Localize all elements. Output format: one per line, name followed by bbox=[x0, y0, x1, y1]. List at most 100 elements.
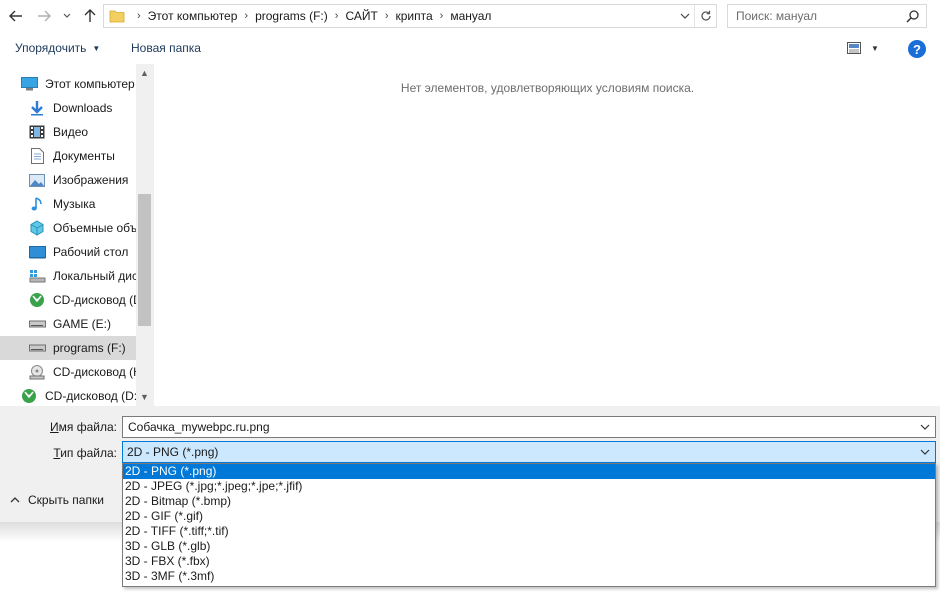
file-list-area[interactable]: Нет элементов, удовлетворяющих условиям … bbox=[153, 64, 940, 406]
nav-item-music[interactable]: Музыка bbox=[0, 192, 136, 216]
nav-item-label: programs (F:) bbox=[53, 341, 126, 355]
filetype-option-bitmap[interactable]: 2D - Bitmap (*.bmp) bbox=[123, 494, 935, 509]
music-icon bbox=[28, 196, 46, 212]
nav-item-video[interactable]: Видео bbox=[0, 120, 136, 144]
scroll-thumb[interactable] bbox=[138, 194, 151, 326]
organize-button[interactable]: Упорядочить ▼ bbox=[15, 41, 100, 55]
search-box[interactable] bbox=[727, 4, 927, 28]
nav-item-cd-drive-d-root[interactable]: CD-дисковод (D:) bbox=[0, 384, 136, 406]
downloads-icon bbox=[28, 100, 46, 116]
breadcrumb-chevron-icon: › bbox=[244, 10, 249, 22]
nav-item-downloads[interactable]: Downloads bbox=[0, 96, 136, 120]
breadcrumb-chevron-icon: › bbox=[439, 10, 444, 22]
nav-item-label: Музыка bbox=[53, 197, 96, 211]
nav-item-game-e[interactable]: GAME (E:) bbox=[0, 312, 136, 336]
filetype-value: 2D - PNG (*.png) bbox=[127, 445, 219, 459]
hide-folders-label: Скрыть папки bbox=[28, 493, 104, 507]
toolbar: Упорядочить ▼ Новая папка ▼ bbox=[0, 34, 940, 64]
drive-icon bbox=[28, 316, 46, 332]
folder-icon bbox=[109, 10, 125, 23]
help-button[interactable]: ? bbox=[908, 40, 926, 58]
new-folder-button[interactable]: Новая папка bbox=[131, 41, 201, 55]
breadcrumb-item[interactable]: крипта bbox=[395, 9, 432, 23]
nav-item-label: Рабочий стол bbox=[53, 245, 129, 259]
filetype-option-fbx[interactable]: 3D - FBX (*.fbx) bbox=[123, 554, 935, 569]
filename-input[interactable] bbox=[123, 417, 903, 437]
breadcrumb-item[interactable]: Этот компьютер bbox=[148, 9, 238, 23]
chevron-down-icon bbox=[920, 449, 930, 455]
nav-item-label: CD-дисковод (H bbox=[53, 365, 136, 379]
arrow-right-icon bbox=[38, 10, 51, 22]
empty-message: Нет элементов, удовлетворяющих условиям … bbox=[400, 81, 695, 95]
back-button[interactable] bbox=[6, 6, 26, 26]
up-button[interactable] bbox=[80, 6, 100, 26]
nav-item-3d-objects[interactable]: Объемные объ bbox=[0, 216, 136, 240]
nav-item-local-disk[interactable]: Локальный дис bbox=[0, 264, 136, 288]
filename-label: Имя файла: bbox=[40, 420, 117, 434]
new-folder-label: Новая папка bbox=[131, 41, 201, 55]
filetype-option-png[interactable]: 2D - PNG (*.png) bbox=[123, 464, 935, 479]
address-bar[interactable]: › Этот компьютер › programs (F:) › САЙТ … bbox=[103, 4, 717, 28]
nav-item-programs-f[interactable]: programs (F:) bbox=[0, 336, 136, 360]
nav-item-documents[interactable]: Документы bbox=[0, 144, 136, 168]
filetype-option-jpeg[interactable]: 2D - JPEG (*.jpg;*.jpeg;*.jpe;*.jfif) bbox=[123, 479, 935, 494]
scroll-up-icon[interactable]: ▲ bbox=[140, 68, 149, 78]
search-icon[interactable] bbox=[906, 9, 920, 23]
nav-item-this-pc[interactable]: Этот компьютер bbox=[0, 72, 136, 96]
chevron-up-icon bbox=[10, 497, 20, 503]
nav-tree: Этот компьютер Downloads Видео Документы… bbox=[0, 72, 136, 406]
nav-item-cd-drive-d[interactable]: CD-дисковод (D bbox=[0, 288, 136, 312]
nav-item-desktop[interactable]: Рабочий стол bbox=[0, 240, 136, 264]
hide-folders-button[interactable]: Скрыть папки bbox=[10, 493, 104, 507]
filetype-label: Тип файла: bbox=[40, 446, 117, 460]
forward-button[interactable] bbox=[34, 6, 54, 26]
chevron-down-icon bbox=[920, 424, 930, 430]
breadcrumb-item[interactable]: programs (F:) bbox=[255, 9, 328, 23]
video-icon bbox=[28, 124, 46, 140]
address-row: › Этот компьютер › programs (F:) › САЙТ … bbox=[0, 0, 940, 34]
refresh-icon bbox=[700, 10, 711, 21]
filetype-option-glb[interactable]: 3D - GLB (*.glb) bbox=[123, 539, 935, 554]
filetype-label-rest: ип файла: bbox=[60, 446, 117, 460]
filename-combobox[interactable] bbox=[122, 416, 936, 438]
caret-down-icon: ▼ bbox=[92, 43, 101, 53]
filetype-select[interactable]: 2D - PNG (*.png) bbox=[122, 441, 936, 463]
nav-item-label: Документы bbox=[53, 149, 115, 163]
filetype-option-3mf[interactable]: 3D - 3MF (*.3mf) bbox=[123, 569, 935, 584]
cd-drive-icon bbox=[28, 364, 46, 380]
nav-item-label: Локальный дис bbox=[53, 269, 136, 283]
nav-item-label: Изображения bbox=[53, 173, 129, 187]
nav-item-cd-drive-h[interactable]: CD-дисковод (H bbox=[0, 360, 136, 384]
filetype-option-gif[interactable]: 2D - GIF (*.gif) bbox=[123, 509, 935, 524]
chevron-down-icon bbox=[680, 13, 690, 19]
help-icon: ? bbox=[913, 41, 921, 57]
address-history-button[interactable] bbox=[676, 5, 694, 27]
caret-down-icon: ▼ bbox=[871, 43, 879, 53]
breadcrumb-item[interactable]: САЙТ bbox=[345, 9, 377, 23]
refresh-button[interactable] bbox=[694, 5, 716, 27]
view-details-icon bbox=[847, 42, 861, 54]
desktop-icon bbox=[28, 244, 46, 260]
documents-icon bbox=[28, 148, 46, 164]
breadcrumb-item[interactable]: мануал bbox=[450, 9, 491, 23]
nav-item-label: Объемные объ bbox=[53, 221, 136, 235]
cd-drive-icon bbox=[28, 292, 46, 308]
nav-scrollbar[interactable]: ▲ ▼ bbox=[136, 64, 153, 406]
change-view-button[interactable]: ▼ bbox=[847, 42, 879, 54]
breadcrumb-chevron-icon: › bbox=[334, 10, 339, 22]
filename-label-accel: И bbox=[50, 420, 59, 434]
nav-item-label: Этот компьютер bbox=[45, 77, 135, 91]
filetype-option-tiff[interactable]: 2D - TIFF (*.tiff;*.tif) bbox=[123, 524, 935, 539]
scroll-down-icon[interactable]: ▼ bbox=[140, 392, 149, 402]
computer-icon bbox=[20, 76, 38, 92]
breadcrumb-chevron-icon: › bbox=[137, 10, 141, 22]
nav-item-pictures[interactable]: Изображения bbox=[0, 168, 136, 192]
recent-locations-button[interactable] bbox=[60, 6, 74, 26]
nav-item-label: GAME (E:) bbox=[53, 317, 112, 331]
cd-drive-icon bbox=[20, 388, 38, 404]
filetype-dropdown-button[interactable] bbox=[918, 445, 932, 459]
search-input[interactable] bbox=[728, 5, 898, 27]
organize-label: Упорядочить bbox=[15, 41, 87, 55]
filename-dropdown-button[interactable] bbox=[918, 420, 932, 434]
filetype-dropdown-list[interactable]: 2D - PNG (*.png) 2D - JPEG (*.jpg;*.jpeg… bbox=[122, 463, 936, 587]
